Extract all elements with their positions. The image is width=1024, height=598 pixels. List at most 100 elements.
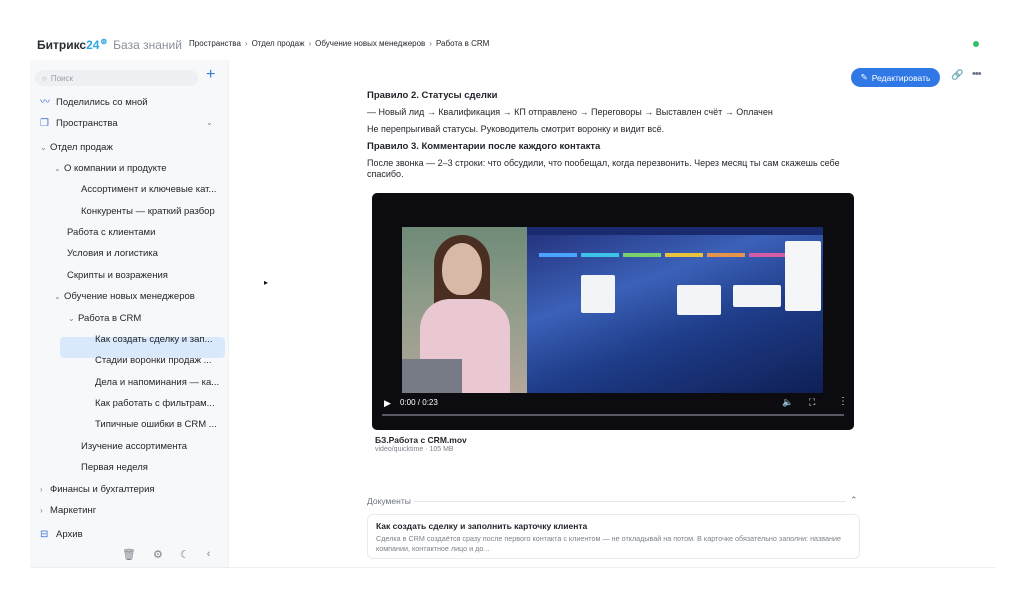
edit-button[interactable]: ✎ Редактировать <box>851 68 940 87</box>
document-card[interactable]: Как создать сделку и заполнить карточку … <box>367 514 860 559</box>
rule2-heading: Правило 2. Статусы сделки <box>367 90 498 101</box>
document-description: Сделка в CRM создаётся сразу после перво… <box>376 534 841 553</box>
article-body: Правило 2. Статусы сделки — Новый лид → … <box>367 90 861 180</box>
sidebar-item-page[interactable]: Изучение ассортимента <box>81 441 221 452</box>
sidebar-item-label: Условия и логистика <box>67 248 158 259</box>
online-status-dot <box>973 41 979 47</box>
sidebar-item-page[interactable]: Стадии воронки продаж ... <box>95 355 223 366</box>
video-progress-bar[interactable] <box>382 414 844 416</box>
sidebar-item-page[interactable]: Работа с клиентами <box>67 227 217 238</box>
sidebar-item-page[interactable]: Первая неделя <box>81 462 221 473</box>
bottom-divider <box>30 567 996 568</box>
chevron-down-icon: ⌄ <box>68 314 75 323</box>
edit-button-label: Редактировать <box>871 72 931 83</box>
sidebar-item-label: Скрипты и возражения <box>67 270 168 281</box>
chevron-up-icon[interactable]: ⌃ <box>850 495 858 506</box>
collapse-icon[interactable]: ‹ <box>207 548 211 561</box>
sidebar-item-label: Как работать с фильтрам... <box>95 398 215 409</box>
sidebar-item-label: Пространства <box>56 118 118 129</box>
sidebar-item-spaces[interactable]: ❐ Пространства ⌄ <box>40 118 220 129</box>
rule2-flow: — Новый лид → Квалификация → КП отправле… <box>367 107 773 117</box>
sidebar-item-finance[interactable]: › Финансы и бухгалтерия <box>40 484 225 495</box>
video-frame-screen <box>527 227 823 393</box>
link-icon[interactable]: 🔗 <box>951 70 963 81</box>
gear-icon[interactable]: ⚙ <box>153 548 163 561</box>
search-placeholder: Поиск <box>50 73 74 83</box>
sidebar-item-page[interactable]: Скрипты и возражения <box>67 270 217 281</box>
sidebar-item-label: Поделились со мной <box>56 97 148 108</box>
chevron-down-icon: ⌄ <box>40 143 47 152</box>
trash-icon[interactable]: 🗑 <box>122 548 136 561</box>
video-file-meta: video/quicktime · 105 MB <box>375 446 454 453</box>
sidebar-item-page[interactable]: Конкуренты — краткий разбор <box>81 206 221 217</box>
rule3-text: После звонка — 2–3 строки: что обсудили,… <box>367 158 840 179</box>
sidebar-footer: 🗑 ⚙ ☾ ‹ <box>122 548 210 561</box>
sidebar-item-page[interactable]: Дела и напоминания — ка... <box>95 377 223 388</box>
sidebar-item-page[interactable]: Условия и логистика <box>67 248 217 259</box>
archive-icon: ⊟ <box>40 529 49 540</box>
chevron-down-icon: ⌄ <box>206 118 213 127</box>
video-file-name: БЗ.Работа с CRM.mov <box>375 435 467 445</box>
document-title: Как создать сделку и заполнить карточку … <box>376 521 588 531</box>
top-bar: Битрикс24⊛ База знаний Пространства › Отд… <box>30 30 996 60</box>
logo-name: Битрикс <box>37 38 87 52</box>
sidebar-item-label: Работа в CRM <box>78 313 142 324</box>
breadcrumb: Пространства › Отдел продаж › Обучение н… <box>189 39 489 48</box>
sidebar-item-page[interactable]: Ассортимент и ключевые кат... <box>81 184 221 195</box>
sidebar-item-label: Конкуренты — краткий разбор <box>81 206 215 217</box>
sidebar-item-label: Типичные ошибки в CRM ... <box>95 419 217 430</box>
video-player[interactable]: ▶ 0:00 / 0:23 🔈 ⛶ ⋮ <box>372 193 854 430</box>
pencil-icon: ✎ <box>860 72 868 82</box>
sidebar-item-label: Ассортимент и ключевые кат... <box>81 184 217 195</box>
rule3-heading: Правило 3. Комментарии после каждого кон… <box>367 141 601 152</box>
spaces-icon: ❐ <box>40 118 49 129</box>
play-icon[interactable]: ▶ <box>384 398 391 409</box>
breadcrumb-item[interactable]: Пространства <box>189 39 241 48</box>
sidebar-item-archive[interactable]: ⊟ Архив <box>40 529 225 540</box>
moon-icon[interactable]: ☾ <box>180 548 190 561</box>
sidebar-item-label: Отдел продаж <box>50 142 113 153</box>
chevron-right-icon: › <box>40 485 43 494</box>
documents-divider <box>414 501 846 502</box>
chevron-down-icon: ⌄ <box>54 164 61 173</box>
logo[interactable]: Битрикс24⊛ База знаний <box>37 37 182 52</box>
sidebar: ○ Поиск + 〰 Поделились со мной ❐ Пространс… <box>30 60 229 568</box>
sidebar-item-label: Работа с клиентами <box>67 227 156 238</box>
add-icon[interactable]: + <box>206 67 215 83</box>
logo-cloud-icon: ⊛ <box>100 37 108 46</box>
sidebar-item-label: Маркетинг <box>50 505 97 516</box>
sidebar-item-label: Дела и напоминания — ка... <box>95 377 220 388</box>
sidebar-item-crm[interactable]: ⌄ Работа в CRM <box>68 313 223 324</box>
sidebar-item-label: Архив <box>56 529 83 540</box>
more-icon[interactable]: ••• <box>972 68 982 80</box>
chevron-right-icon: › <box>429 39 432 48</box>
breadcrumb-item[interactable]: Отдел продаж <box>252 39 305 48</box>
chevron-down-icon: ⌄ <box>54 292 61 301</box>
sidebar-item-marketing[interactable]: › Маркетинг <box>40 505 225 516</box>
logo-number: 24 <box>86 38 100 52</box>
volume-icon[interactable]: 🔈 <box>782 397 793 408</box>
chevron-right-icon: › <box>40 506 43 515</box>
sidebar-item-label: Обучение новых менеджеров <box>64 291 195 302</box>
more-vertical-icon[interactable]: ⋮ <box>838 396 848 407</box>
fullscreen-icon[interactable]: ⛶ <box>809 397 815 408</box>
sidebar-item-company[interactable]: ⌄ О компании и продукте <box>54 163 224 174</box>
rule2-note: Не перепрыгивай статусы. Руководитель см… <box>367 124 665 134</box>
sidebar-item-label: О компании и продукте <box>64 163 167 174</box>
sidebar-item-label: Как создать сделку и зап... <box>95 334 213 345</box>
sidebar-item-onboarding[interactable]: ⌄ Обучение новых менеджеров <box>54 291 224 302</box>
app-window: Битрикс24⊛ База знаний Пространства › Отд… <box>30 30 996 568</box>
breadcrumb-item[interactable]: Работа в CRM <box>436 39 489 48</box>
sidebar-item-shared[interactable]: 〰 Поделились со мной <box>40 93 220 108</box>
sidebar-item-page[interactable]: Как работать с фильтрам... <box>95 398 223 409</box>
sidebar-item-page[interactable]: Как создать сделку и зап... <box>95 334 223 345</box>
video-controls: ▶ 0:00 / 0:23 🔈 ⛶ ⋮ <box>372 393 854 430</box>
video-time: 0:00 / 0:23 <box>400 398 438 407</box>
breadcrumb-item[interactable]: Обучение новых менеджеров <box>315 39 425 48</box>
sidebar-item-label: Первая неделя <box>81 462 148 473</box>
sidebar-item-sales[interactable]: ⌄ Отдел продаж <box>40 142 225 153</box>
search-input[interactable]: ○ Поиск <box>35 70 198 86</box>
shared-icon: 〰 <box>40 97 50 108</box>
sidebar-item-page[interactable]: Типичные ошибки в CRM ... <box>95 419 223 430</box>
chevron-right-icon: › <box>308 39 312 48</box>
